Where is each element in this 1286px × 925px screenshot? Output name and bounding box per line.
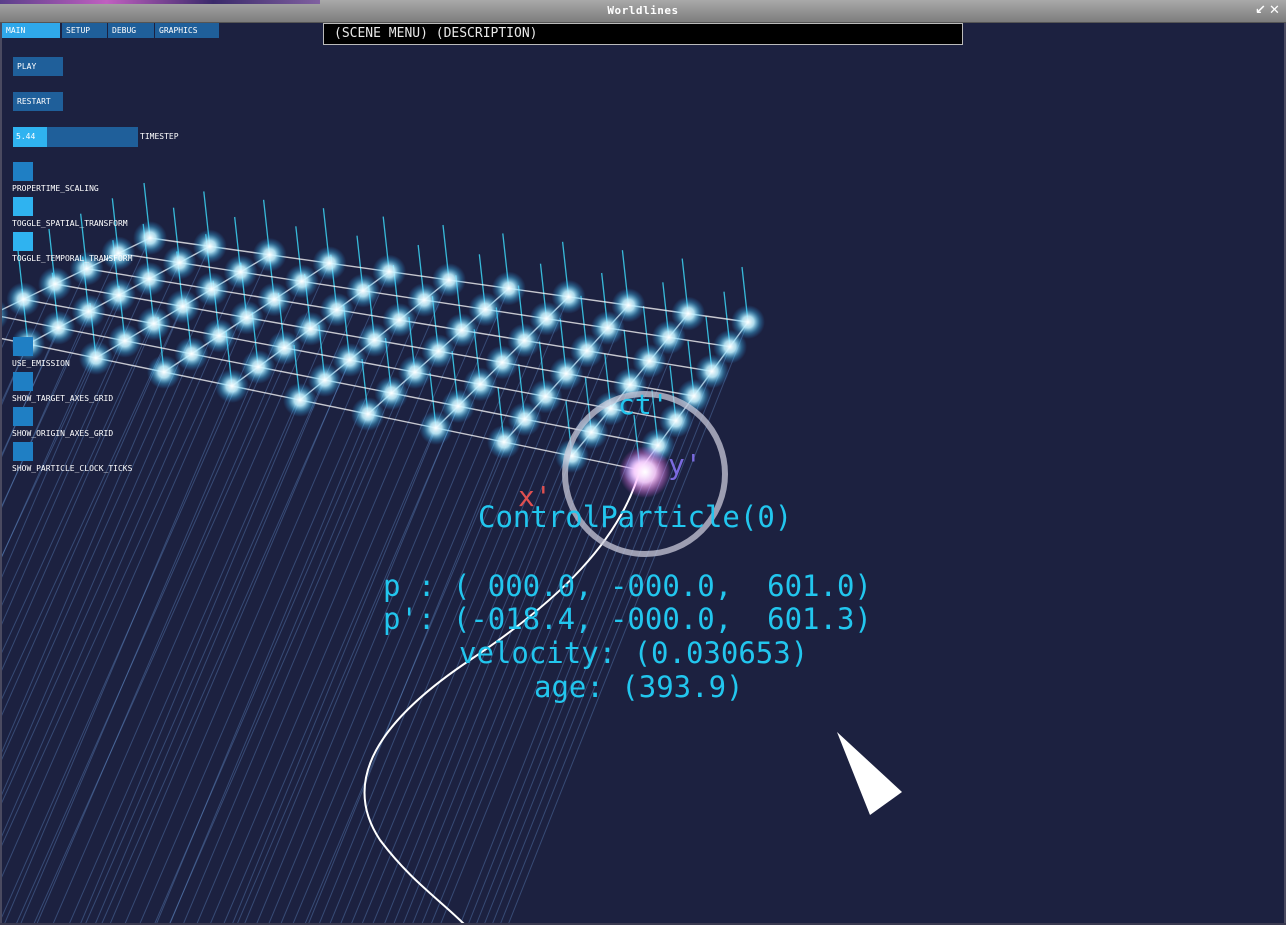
particle-position-prime: p': (-018.4, -000.0, 601.3)	[383, 602, 872, 636]
toggle-temporal-transform[interactable]	[13, 232, 33, 251]
particle-velocity: velocity: (0.030653)	[459, 636, 809, 670]
particle-name: ControlParticle(0)	[478, 500, 793, 534]
toggle-label-show-target-axes-grid: SHOW_TARGET_AXES_GRID	[12, 394, 114, 403]
toggle-spatial-transform[interactable]	[13, 197, 33, 216]
toggle-label-propertime-scaling: PROPERTIME_SCALING	[12, 184, 99, 193]
restart-button[interactable]: RESTART	[13, 92, 63, 111]
timestep-label: TIMESTEP	[140, 132, 179, 141]
axis-label-ct: ct'	[618, 388, 669, 421]
play-button[interactable]: PLAY	[13, 57, 63, 76]
window-frame-left	[0, 23, 2, 925]
toggle-show-particle-clock-ticks[interactable]	[13, 442, 33, 461]
toggle-label-show-particle-clock-ticks: SHOW_PARTICLE_CLOCK_TICKS	[12, 464, 133, 473]
scene-menu-bar[interactable]: (SCENE MENU) (DESCRIPTION)	[323, 23, 963, 45]
window-title: Worldlines	[607, 4, 679, 17]
tab-main[interactable]: MAIN	[2, 23, 60, 38]
particle-age: age: (393.9)	[534, 670, 744, 704]
tab-setup[interactable]: SETUP	[62, 23, 107, 38]
toggle-label-spatial-transform: TOGGLE_SPATIAL_TRANSFORM	[12, 219, 128, 228]
axis-label-y: y'	[668, 448, 702, 481]
toggle-label-temporal-transform: TOGGLE_TEMPORAL_TRANSFORM	[12, 254, 133, 263]
toggle-show-origin-axes-grid[interactable]	[13, 407, 33, 426]
title-bar[interactable]: Worldlines ↙ ✕	[0, 0, 1286, 23]
minimize-icon[interactable]: ↙	[1254, 4, 1267, 17]
scene-graphics	[0, 182, 902, 925]
cursor-arrow-icon	[837, 732, 902, 815]
tab-debug[interactable]: DEBUG	[108, 23, 154, 38]
timestep-slider[interactable]: 5.44	[13, 127, 138, 147]
close-icon[interactable]: ✕	[1268, 4, 1281, 17]
control-particle-dot	[619, 446, 671, 498]
particle-position: p : ( 000.0, -000.0, 601.0)	[383, 569, 872, 603]
toggle-show-target-axes-grid[interactable]	[13, 372, 33, 391]
tab-graphics[interactable]: GRAPHICS	[155, 23, 219, 38]
toggle-label-use-emission: USE_EMISSION	[12, 359, 70, 368]
timestep-value: 5.44	[16, 132, 36, 141]
toggle-propertime-scaling[interactable]	[13, 162, 33, 181]
toggle-use-emission[interactable]	[13, 337, 33, 356]
toggle-label-show-origin-axes-grid: SHOW_ORIGIN_AXES_GRID	[12, 429, 114, 438]
